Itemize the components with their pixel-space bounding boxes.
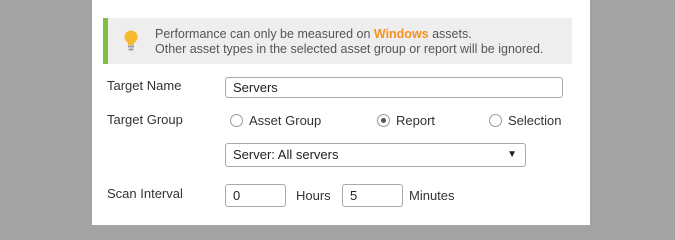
notice-line-1: Performance can only be measured on Wind… xyxy=(155,27,543,42)
radio-button[interactable] xyxy=(489,114,502,127)
notice-prefix: Performance can only be measured on xyxy=(155,27,374,41)
hours-input[interactable] xyxy=(225,184,286,207)
hours-unit-label: Hours xyxy=(296,188,331,203)
radio-button-selected[interactable] xyxy=(377,114,390,127)
radio-asset-group[interactable]: Asset Group xyxy=(230,113,321,128)
scan-interval-label: Scan Interval xyxy=(107,186,183,201)
report-select-value: Server: All servers xyxy=(233,147,339,162)
target-name-input[interactable] xyxy=(225,77,563,98)
minutes-input[interactable] xyxy=(342,184,403,207)
notice-text: Performance can only be measured on Wind… xyxy=(155,27,543,57)
radio-selection[interactable]: Selection xyxy=(489,113,561,128)
target-group-label: Target Group xyxy=(107,112,183,127)
radio-report-label: Report xyxy=(396,113,436,128)
report-select[interactable]: Server: All servers ▼ xyxy=(225,143,526,167)
notice-line-2: Other asset types in the selected asset … xyxy=(155,42,544,56)
radio-asset-group-label: Asset Group xyxy=(249,113,322,128)
caret-down-icon: ▼ xyxy=(507,149,517,160)
notice-suffix: assets. xyxy=(428,27,472,41)
notice-highlight: Windows xyxy=(373,27,429,41)
lightbulb-icon xyxy=(122,28,140,54)
minutes-unit-label: Minutes xyxy=(409,188,455,203)
info-notice: Performance can only be measured on Wind… xyxy=(103,18,572,64)
radio-selection-label: Selection xyxy=(508,113,562,128)
radio-button[interactable] xyxy=(230,114,243,127)
radio-report[interactable]: Report xyxy=(377,113,435,128)
target-name-label: Target Name xyxy=(107,78,182,93)
